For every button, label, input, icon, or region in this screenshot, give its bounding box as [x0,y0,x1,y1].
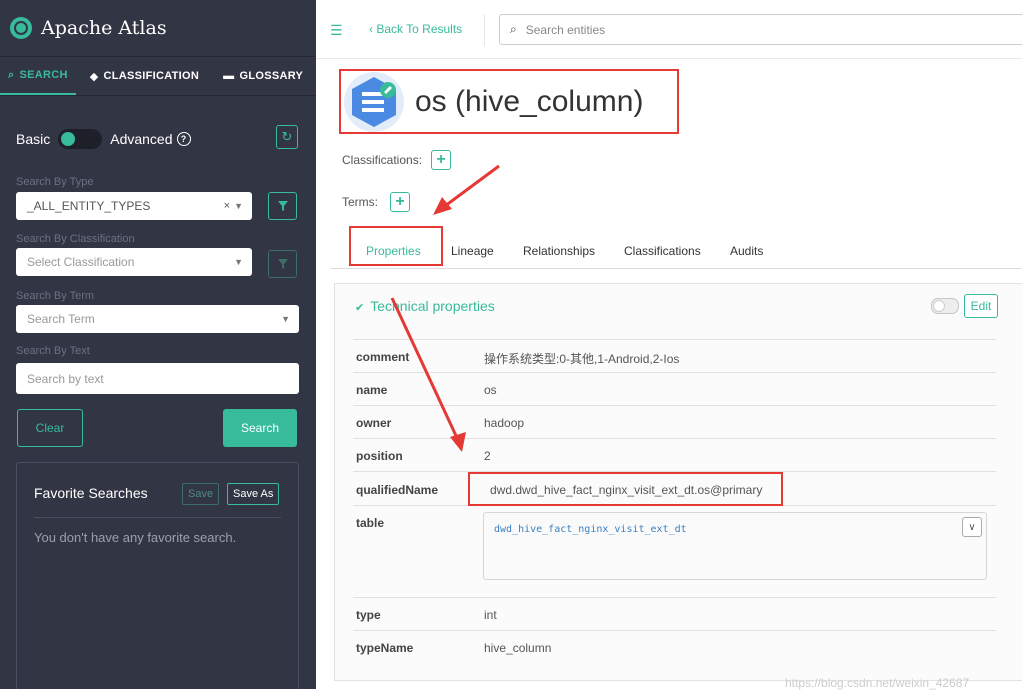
edit-button[interactable]: Edit [964,294,998,318]
search-by-type-label: Search By Type [16,176,94,188]
table-row: position 2 [353,438,996,472]
sidebar-tabs: ⌕ SEARCH ◆ CLASSIFICATION ▬ GLOSSARY [0,57,316,96]
tab-classification[interactable]: ◆ CLASSIFICATION [82,57,207,95]
favorites-empty-message: You don't have any favorite search. [34,530,237,545]
chevron-down-icon[interactable]: ∨ [962,517,982,537]
technical-properties-toggle[interactable]: ✔ Technical properties [355,298,495,314]
search-by-text-label: Search By Text [16,345,90,357]
tab-lineage[interactable]: Lineage [451,244,494,258]
term-select[interactable]: Search Term ▼ [16,305,299,333]
brand-name: Apache Atlas [41,17,167,39]
divider [34,517,281,518]
hive-column-icon [343,71,405,133]
chevron-down-icon: ✔ [355,302,365,314]
type-filter-button[interactable] [268,192,297,220]
tab-audits[interactable]: Audits [730,244,763,258]
add-term-button[interactable]: + [390,192,410,212]
entity-search-input[interactable]: ⌕ Search entities [499,14,1022,45]
back-to-results-link[interactable]: ‹ Back To Results [369,22,462,36]
favorite-searches-panel: Favorite Searches Save Save As You don't… [16,462,299,689]
save-as-button[interactable]: Save As [227,483,280,505]
table-row: name os [353,372,996,406]
refresh-button[interactable]: ↻ [276,125,298,149]
search-icon: ⌕ [8,68,15,81]
tab-search[interactable]: ⌕ SEARCH [0,57,76,95]
search-by-term-label: Search By Term [16,290,95,302]
watermark: https://blog.csdn.net/weixin_42687 [785,676,970,690]
filter-icon [277,201,288,211]
show-empty-toggle[interactable] [931,298,959,314]
search-icon: ⌕ [510,22,517,36]
clear-button[interactable]: Clear [17,409,83,447]
entity-tabs: Properties Lineage Relationships Classif… [330,226,1022,269]
help-icon[interactable]: ? [176,132,191,146]
entity-title: os (hive_column) [415,84,644,118]
save-button[interactable]: Save [182,483,220,505]
terms-label: Terms: [342,195,378,209]
folder-icon: ▬ [223,70,235,82]
atlas-logo-icon [10,17,32,39]
basic-label: Basic [16,131,51,147]
search-by-classification-label: Search By Classification [16,233,135,245]
chevron-down-icon: ▼ [234,201,243,211]
filter-icon [277,259,288,269]
add-classification-button[interactable]: + [431,150,451,170]
menu-icon[interactable]: ☰ [330,22,343,39]
search-mode-switch[interactable] [58,129,103,149]
tab-relationships[interactable]: Relationships [523,244,595,258]
table-link[interactable]: dwd_hive_fact_nginx_visit_ext_dt [494,524,687,535]
table-row: comment 操作系统类型:0-其他,1-Android,2-Ios [353,339,996,373]
chevron-down-icon: ▼ [234,257,243,267]
table-row: typeName hive_column [353,630,996,664]
table-row: owner hadoop [353,405,996,439]
table-row: type int [353,597,996,631]
top-bar: ☰ ‹ Back To Results ⌕ Search entities [316,0,1022,59]
tab-glossary[interactable]: ▬ GLOSSARY [215,57,311,95]
classification-filter-button[interactable] [268,250,297,278]
chevron-down-icon: ▼ [281,314,290,324]
entity-header: os (hive_column) [339,69,679,134]
search-mode-toggle-row: Basic Advanced ? ↻ [16,124,298,154]
classifications-label: Classifications: [342,153,423,167]
brand[interactable]: Apache Atlas [0,0,316,57]
advanced-label: Advanced [110,131,173,147]
qualified-name-highlight [468,472,783,506]
favorite-searches-title: Favorite Searches [34,485,148,501]
tab-properties[interactable]: Properties [366,244,421,258]
divider [484,14,485,46]
table-reference-box: dwd_hive_fact_nginx_visit_ext_dt ∨ [483,512,987,580]
text-search-input[interactable]: Search by text [16,363,299,394]
tag-icon: ◆ [89,70,99,83]
classification-select[interactable]: Select Classification ▼ [16,248,252,276]
sidebar: Apache Atlas ⌕ SEARCH ◆ CLASSIFICATION ▬… [0,0,316,689]
search-button[interactable]: Search [223,409,297,447]
tab-classifications[interactable]: Classifications [624,244,701,258]
clear-icon[interactable]: × [224,200,230,212]
main-content: ☰ ‹ Back To Results ⌕ Search entities os… [316,0,1022,689]
type-select[interactable]: _ALL_ENTITY_TYPES × ▼ [16,192,252,220]
